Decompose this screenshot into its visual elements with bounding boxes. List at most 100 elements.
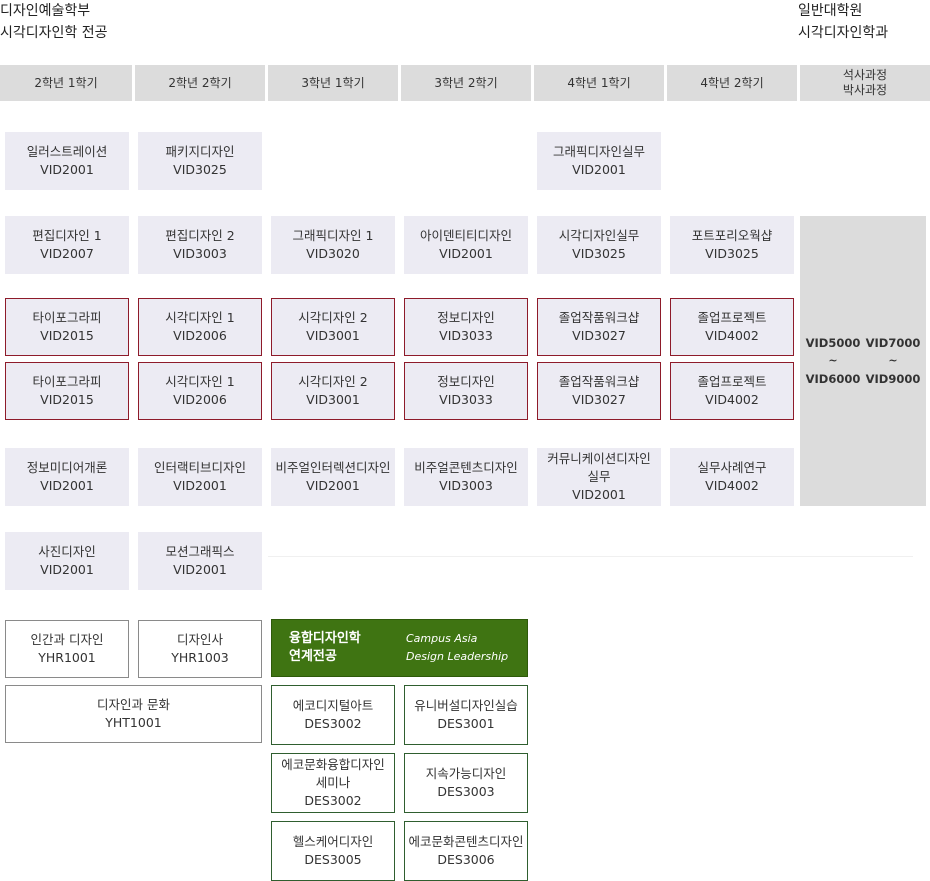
course-code: VID3001 <box>306 328 360 343</box>
liberal-arts-course-box: 인간과 디자인 YHR1001 <box>5 620 129 678</box>
course-code: VID2001 <box>572 487 626 502</box>
course-name: 정보미디어개론 <box>26 460 108 475</box>
convergence-title-line: Design Leadership <box>406 650 509 663</box>
course-code: DES3002 <box>304 716 362 731</box>
convergence-course-box: 에코문화융합디자인 세미나 DES3002 <box>271 753 395 813</box>
course-code: VID2007 <box>40 246 94 261</box>
course-code: VID3025 <box>173 162 227 177</box>
course-box: 패키지디자인 VID3025 <box>138 132 262 190</box>
course-code: VID2001 <box>572 162 626 177</box>
header-year4-sem2: 4학년 2학기 <box>667 65 797 101</box>
course-code: VID2001 <box>439 246 493 261</box>
course-box: 실무사례연구 VID4002 <box>670 448 794 506</box>
course-box: 그래픽디자인 1 VID3020 <box>271 216 395 274</box>
core-course-box: 타이포그라피 VID2015 <box>5 362 129 420</box>
department-title: 디자인예술학부 시각디자인학 전공 <box>0 0 108 44</box>
course-name: 아이덴티티디자인 <box>419 228 512 243</box>
course-code: VID2015 <box>40 392 94 407</box>
major-name: 시각디자인학 전공 <box>0 25 108 41</box>
header-year4-sem1: 4학년 1학기 <box>534 65 664 101</box>
convergence-title-korean: 융합디자인학 연계전공 <box>289 630 361 666</box>
graduate-school-name: 일반대학원 <box>798 3 863 19</box>
course-name: 시각디자인 2 <box>298 310 368 325</box>
header-year3-sem2: 3학년 2학기 <box>401 65 531 101</box>
course-code: VID2015 <box>40 328 94 343</box>
course-name: 졸업작품워크샵 <box>558 310 640 325</box>
course-code: VID3003 <box>173 246 227 261</box>
course-name: 인간과 디자인 <box>30 632 104 647</box>
course-code: DES3005 <box>304 852 362 867</box>
master-course-codes: VID5000 ~ VID6000 <box>804 334 862 388</box>
convergence-course-box: 에코문화콘텐츠디자인 DES3006 <box>404 821 528 881</box>
course-code: YHR1001 <box>38 650 96 665</box>
convergence-title-english: Campus Asia Design Leadership <box>406 630 508 666</box>
course-name: 지속가능디자인 <box>425 766 507 781</box>
course-box: 정보미디어개론 VID2001 <box>5 448 129 506</box>
course-name: 시각디자인 1 <box>165 374 235 389</box>
course-name: 일러스트레이션 <box>26 144 108 159</box>
course-name: 세미나 <box>315 775 351 790</box>
header-graduate-program: 석사과정 박사과정 <box>800 65 930 101</box>
course-name: 실무 <box>587 469 611 484</box>
course-name: 편집디자인 2 <box>165 228 235 243</box>
course-box: 비주얼인터렉션디자인 VID2001 <box>271 448 395 506</box>
course-box: 인터랙티브디자인 VID2001 <box>138 448 262 506</box>
course-code: VID3003 <box>439 478 493 493</box>
course-code: VID2001 <box>40 162 94 177</box>
liberal-arts-course-box: 디자인사 YHR1003 <box>138 620 262 678</box>
core-course-box: 시각디자인 1 VID2006 <box>138 362 262 420</box>
course-code: DES3002 <box>304 793 362 808</box>
convergence-title-line: 연계전공 <box>289 649 337 664</box>
course-name: 디자인과 문화 <box>97 697 170 712</box>
convergence-title-line: Campus Asia <box>406 632 478 645</box>
course-name: 에코문화융합디자인 <box>281 757 385 772</box>
course-code: VID3020 <box>306 246 360 261</box>
course-box: 시각디자인실무 VID3025 <box>537 216 661 274</box>
course-name: 사진디자인 <box>38 544 96 559</box>
course-code: VID9000 <box>865 372 921 386</box>
core-course-box: 시각디자인 1 VID2006 <box>138 298 262 356</box>
course-name: 타이포그라피 <box>32 310 102 325</box>
convergence-course-box: 헬스케어디자인 DES3005 <box>271 821 395 881</box>
course-name: 그래픽디자인 1 <box>292 228 374 243</box>
course-code: VID2001 <box>173 478 227 493</box>
course-name: 에코문화콘텐츠디자인 <box>408 834 524 849</box>
convergence-course-box: 지속가능디자인 DES3003 <box>404 753 528 813</box>
header-year2-sem1: 2학년 1학기 <box>0 65 132 101</box>
course-code: VID5000 <box>805 336 861 350</box>
header-year3-sem1: 3학년 1학기 <box>268 65 398 101</box>
course-name: 실무사례연구 <box>697 460 767 475</box>
course-code: VID6000 <box>805 372 861 386</box>
course-name: 시각디자인 2 <box>298 374 368 389</box>
divider <box>268 556 913 557</box>
graduate-department-name: 시각디자인학과 <box>798 25 889 41</box>
course-box: 사진디자인 VID2001 <box>5 532 129 590</box>
core-course-box: 정보디자인 VID3033 <box>404 298 528 356</box>
course-name: 비주얼콘텐츠디자인 <box>414 460 518 475</box>
course-name: 졸업프로젝트 <box>697 310 767 325</box>
course-name: 정보디자인 <box>437 310 495 325</box>
course-name: 타이포그라피 <box>32 374 102 389</box>
course-code: VID3025 <box>572 246 626 261</box>
course-code: VID3027 <box>572 328 626 343</box>
header-year2-sem2: 2학년 2학기 <box>135 65 265 101</box>
course-name: 디자인사 <box>176 632 223 647</box>
convergence-major-banner: 융합디자인학 연계전공 Campus Asia Design Leadershi… <box>271 619 528 677</box>
course-code: YHT1001 <box>105 715 162 730</box>
course-name: 졸업작품워크샵 <box>558 374 640 389</box>
course-code: VID2001 <box>173 562 227 577</box>
core-course-box: 졸업프로젝트 VID4002 <box>670 362 794 420</box>
course-name: 유니버설디자인실습 <box>414 698 518 713</box>
course-code: VID2001 <box>306 478 360 493</box>
course-code: DES3006 <box>437 852 495 867</box>
core-course-box: 졸업작품워크샵 VID3027 <box>537 362 661 420</box>
core-course-box: 시각디자인 2 VID3001 <box>271 362 395 420</box>
convergence-title-line: 융합디자인학 <box>289 631 361 646</box>
course-name: 포트포리오웍샵 <box>691 228 773 243</box>
graduate-school-title: 일반대학원 시각디자인학과 <box>798 0 888 44</box>
course-name: 인터랙티브디자인 <box>153 460 246 475</box>
course-code: DES3001 <box>437 716 495 731</box>
course-box: 비주얼콘텐츠디자인 VID3003 <box>404 448 528 506</box>
course-name: 정보디자인 <box>437 374 495 389</box>
course-code: VID3025 <box>705 246 759 261</box>
